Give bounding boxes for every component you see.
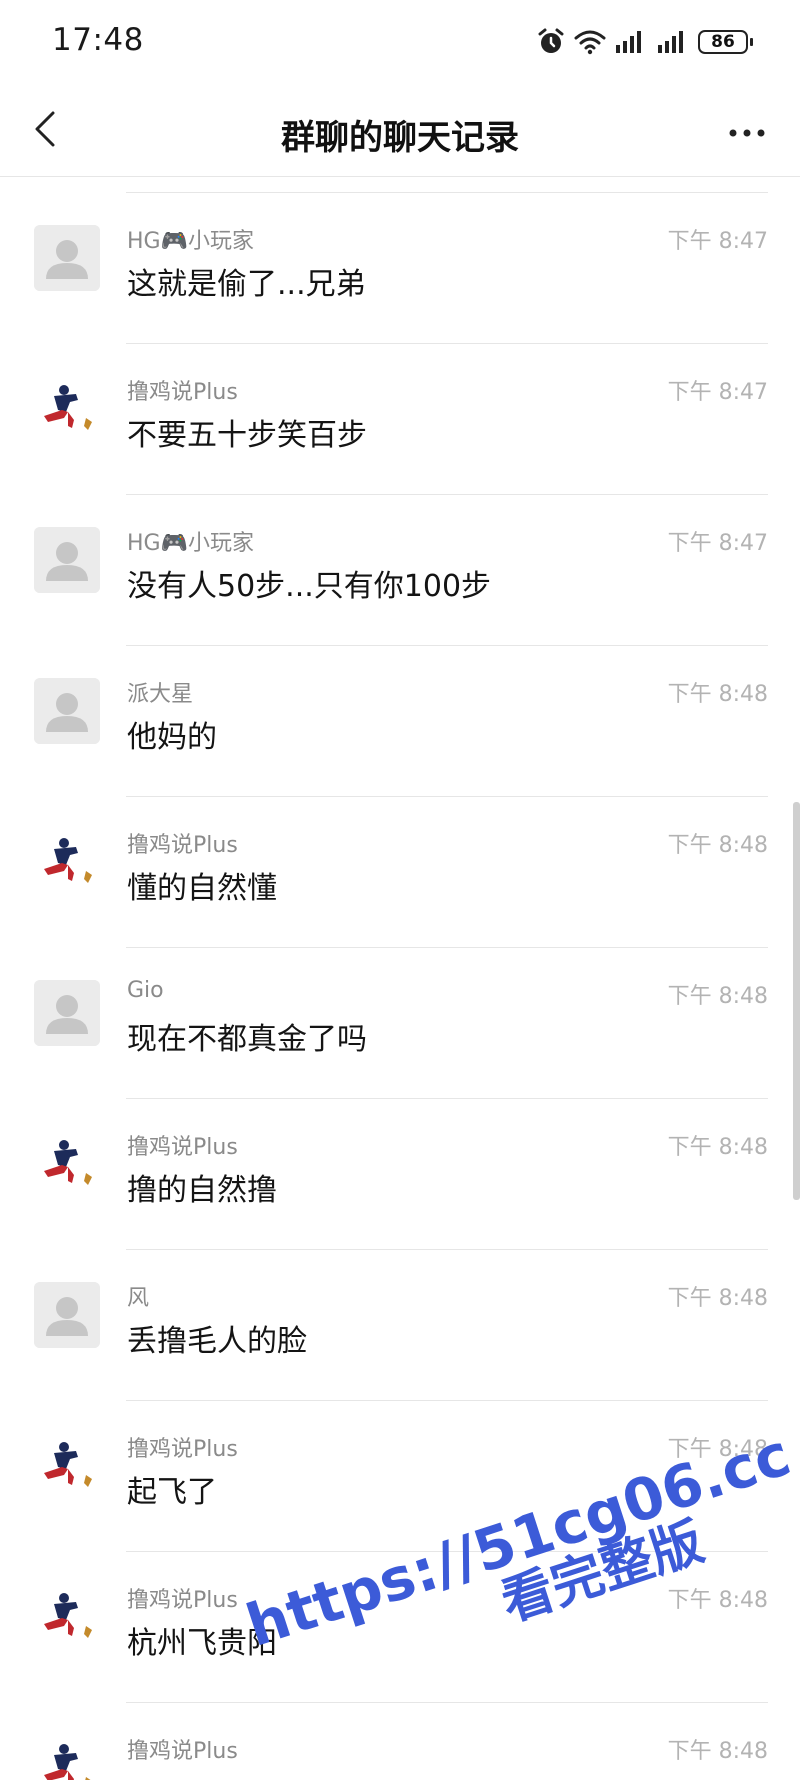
figure-avatar-icon bbox=[34, 376, 100, 442]
message-text: 丢撸毛人的脸 bbox=[127, 1324, 307, 1359]
avatar[interactable] bbox=[34, 678, 100, 744]
default-avatar-icon bbox=[34, 678, 100, 744]
message-time: 下午 8:48 bbox=[667, 1286, 768, 1311]
message-time: 下午 8:48 bbox=[667, 1588, 768, 1613]
nav-bar: 群聊的聊天记录 bbox=[0, 86, 800, 177]
alarm-icon bbox=[536, 27, 566, 57]
message-text: 这就是偷了...兄弟 bbox=[127, 267, 366, 302]
message-text: 不要五十步笑百步 bbox=[127, 418, 367, 453]
default-avatar-icon bbox=[34, 1282, 100, 1348]
avatar[interactable] bbox=[34, 376, 100, 442]
avatar[interactable] bbox=[34, 1735, 100, 1780]
default-avatar-icon bbox=[34, 225, 100, 291]
chat-history-screen: 17:48 86 群聊的聊天记录 HG🎮小玩家 下午 8:47 这就是偷了...… bbox=[0, 0, 800, 1780]
sender-name: 撸鸡说Plus bbox=[127, 1437, 238, 1462]
sender-name: 撸鸡说Plus bbox=[127, 1739, 238, 1764]
message-text: 懂的自然懂 bbox=[127, 871, 277, 906]
more-button[interactable] bbox=[722, 108, 772, 158]
message-text: 现在不都真金了吗 bbox=[127, 1022, 367, 1057]
status-bar: 17:48 86 bbox=[0, 0, 800, 86]
default-avatar-icon bbox=[34, 980, 100, 1046]
avatar[interactable] bbox=[34, 1584, 100, 1650]
figure-avatar-icon bbox=[34, 829, 100, 895]
sender-name: 派大星 bbox=[127, 682, 194, 707]
sender-name: 撸鸡说Plus bbox=[127, 833, 238, 858]
message-time: 下午 8:47 bbox=[667, 229, 768, 254]
message-time: 下午 8:48 bbox=[667, 833, 768, 858]
sender-name: 撸鸡说Plus bbox=[127, 1588, 238, 1613]
avatar[interactable] bbox=[34, 980, 100, 1046]
message-row[interactable]: 派大星 下午 8:48 他妈的 bbox=[0, 646, 800, 797]
page-title: 群聊的聊天记录 bbox=[281, 118, 519, 158]
message-time: 下午 8:47 bbox=[667, 380, 768, 405]
sender-name: HG🎮小玩家 bbox=[127, 531, 254, 556]
avatar[interactable] bbox=[34, 527, 100, 593]
sender-name: 撸鸡说Plus bbox=[127, 1135, 238, 1160]
message-text: 他妈的 bbox=[127, 720, 217, 755]
scrollbar[interactable] bbox=[793, 802, 800, 1200]
avatar[interactable] bbox=[34, 225, 100, 291]
status-icons: 86 bbox=[536, 24, 753, 60]
message-row[interactable]: HG🎮小玩家 下午 8:47 这就是偷了...兄弟 bbox=[0, 193, 800, 344]
avatar[interactable] bbox=[34, 1433, 100, 1499]
message-text: 撸的自然撸 bbox=[127, 1173, 277, 1208]
message-time: 下午 8:48 bbox=[667, 984, 768, 1009]
battery-level: 86 bbox=[711, 31, 735, 52]
message-row[interactable]: 撸鸡说Plus 下午 8:48 起飞了 bbox=[0, 1401, 800, 1552]
message-text: 杭州飞贵阳 bbox=[127, 1626, 277, 1661]
wifi-icon bbox=[574, 28, 606, 56]
message-row[interactable]: 撸鸡说Plus 下午 8:47 不要五十步笑百步 bbox=[0, 344, 800, 495]
more-dots-icon bbox=[727, 124, 767, 143]
message-row[interactable]: 撸鸡说Plus 下午 8:48 懂的自然懂 bbox=[0, 797, 800, 948]
avatar[interactable] bbox=[34, 1131, 100, 1197]
message-row[interactable]: 风 下午 8:48 丢撸毛人的脸 bbox=[0, 1250, 800, 1401]
figure-avatar-icon bbox=[34, 1131, 100, 1197]
sender-name: HG🎮小玩家 bbox=[127, 229, 254, 254]
signal-icon bbox=[614, 29, 648, 55]
message-time: 下午 8:47 bbox=[667, 531, 768, 556]
message-row[interactable]: 撸鸡说Plus 下午 8:48 杭州飞贵阳 bbox=[0, 1552, 800, 1703]
figure-avatar-icon bbox=[34, 1584, 100, 1650]
message-text: 没有人50步...只有你100步 bbox=[127, 569, 492, 604]
sender-name: Gio bbox=[127, 978, 164, 1003]
message-time: 下午 8:48 bbox=[667, 1135, 768, 1160]
sender-name: 撸鸡说Plus bbox=[127, 380, 238, 405]
sender-name: 风 bbox=[127, 1286, 150, 1311]
status-time: 17:48 bbox=[52, 22, 144, 58]
message-time: 下午 8:48 bbox=[667, 1437, 768, 1462]
avatar[interactable] bbox=[34, 829, 100, 895]
message-row[interactable]: 撸鸡说Plus 下午 8:48 撸的自然撸 bbox=[0, 1099, 800, 1250]
signal-icon-2 bbox=[656, 29, 690, 55]
message-time: 下午 8:48 bbox=[667, 682, 768, 707]
battery-icon: 86 bbox=[698, 30, 753, 54]
message-time: 下午 8:48 bbox=[667, 1739, 768, 1764]
message-row[interactable]: 撸鸡说Plus 下午 8:48 bbox=[0, 1703, 800, 1780]
message-list[interactable]: HG🎮小玩家 下午 8:47 这就是偷了...兄弟 撸鸡说Plus 下午 8:4… bbox=[0, 176, 800, 1780]
default-avatar-icon bbox=[34, 527, 100, 593]
figure-avatar-icon bbox=[34, 1433, 100, 1499]
message-row[interactable]: Gio 下午 8:48 现在不都真金了吗 bbox=[0, 948, 800, 1099]
avatar[interactable] bbox=[34, 1282, 100, 1348]
message-row[interactable]: HG🎮小玩家 下午 8:47 没有人50步...只有你100步 bbox=[0, 495, 800, 646]
message-text: 起飞了 bbox=[127, 1475, 217, 1510]
figure-avatar-icon bbox=[34, 1735, 100, 1780]
